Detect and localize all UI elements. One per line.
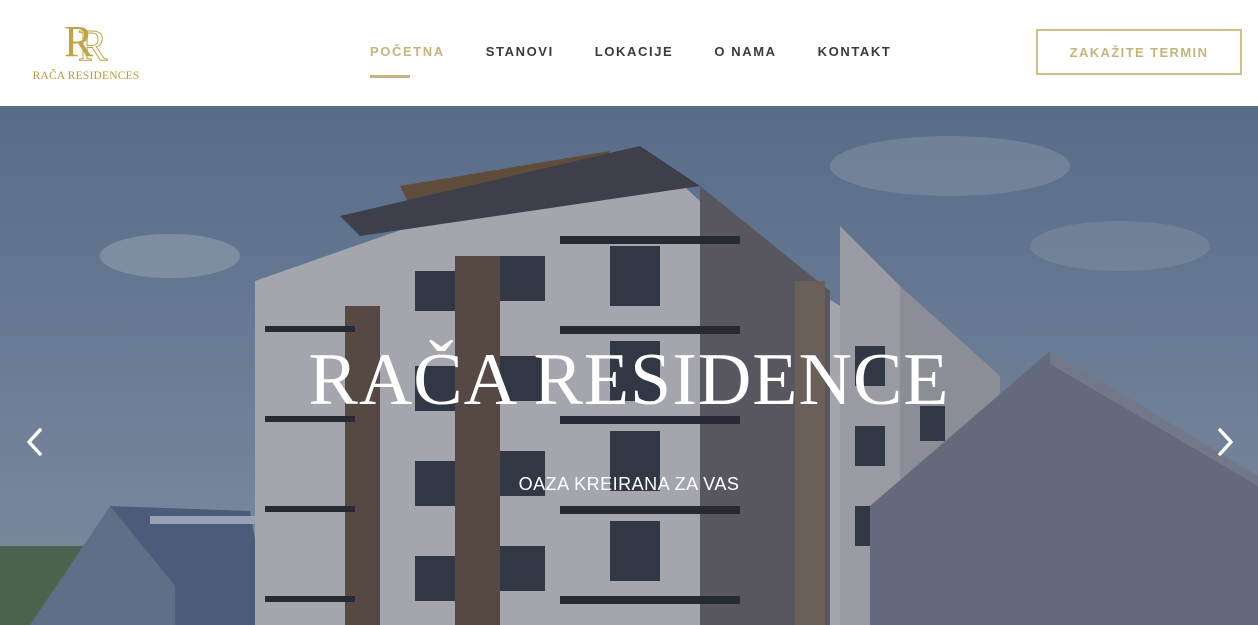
nav-item-label: O NAMA [714,44,777,59]
site-header: R R RAČA RESIDENCES POČETNA STANOVI LOKA… [0,0,1258,106]
hero-subtitle: OAZA KREIRANA ZA VAS [518,474,740,494]
nav-item-o-nama[interactable]: O NAMA [714,44,776,62]
slider-next-button[interactable] [1210,424,1240,460]
hero-title: RAČA RESIDENCE [308,339,950,421]
nav-item-kontakt[interactable]: KONTAKT [818,44,892,62]
nav-item-label: KONTAKT [817,44,892,59]
nav-item-pocetna[interactable]: POČETNA [370,44,445,78]
logo-text: RAČA RESIDENCES [32,70,140,82]
nav-item-stanovi[interactable]: STANOVI [486,44,554,62]
hero-slider: RAČA RESIDENCE OAZA KREIRANA ZA VAS [0,106,1258,625]
slider-prev-button[interactable] [20,424,50,460]
svg-text:R: R [78,21,108,64]
chevron-left-icon [27,428,42,456]
logo-mark-icon: R R [64,17,109,64]
main-nav: POČETNA STANOVI LOKACIJE O NAMA KONTAKT [370,44,932,78]
chevron-right-icon [1218,428,1233,456]
schedule-appointment-button[interactable]: ZAKAŽITE TERMIN [1036,29,1242,75]
logo[interactable]: R R RAČA RESIDENCES [32,16,140,86]
active-nav-underline [370,75,410,78]
nav-item-label: LOKACIJE [594,44,674,59]
nav-item-lokacije[interactable]: LOKACIJE [595,44,674,62]
nav-item-label: POČETNA [370,44,445,59]
nav-item-label: STANOVI [485,44,554,59]
